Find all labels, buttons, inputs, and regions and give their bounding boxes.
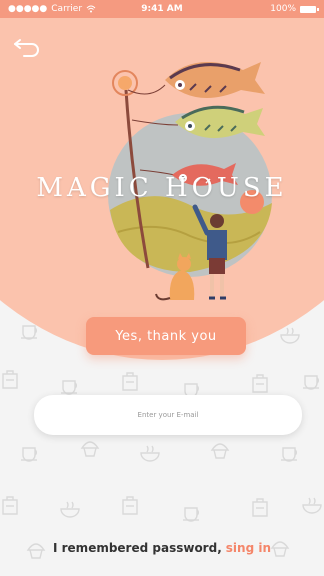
- email-input[interactable]: [34, 395, 302, 435]
- app-screen: ●●●●● Carrier 9:41 AM 100% MAGIC HOUSE Y…: [0, 0, 324, 576]
- battery-label: 100%: [270, 4, 296, 14]
- signin-prompt-text: I remembered password,: [52, 541, 222, 555]
- brand-title: MAGIC HOUSE: [36, 173, 288, 203]
- status-bar: ●●●●● Carrier 9:41 AM 100%: [0, 0, 324, 18]
- back-arrow-icon[interactable]: [12, 36, 42, 58]
- status-right: 100%: [270, 4, 319, 14]
- signin-link[interactable]: sing in: [226, 541, 271, 555]
- battery-icon: [300, 5, 319, 13]
- confirm-button[interactable]: Yes, thank you: [86, 317, 246, 355]
- signin-prompt: I remembered password, sing in: [0, 541, 324, 555]
